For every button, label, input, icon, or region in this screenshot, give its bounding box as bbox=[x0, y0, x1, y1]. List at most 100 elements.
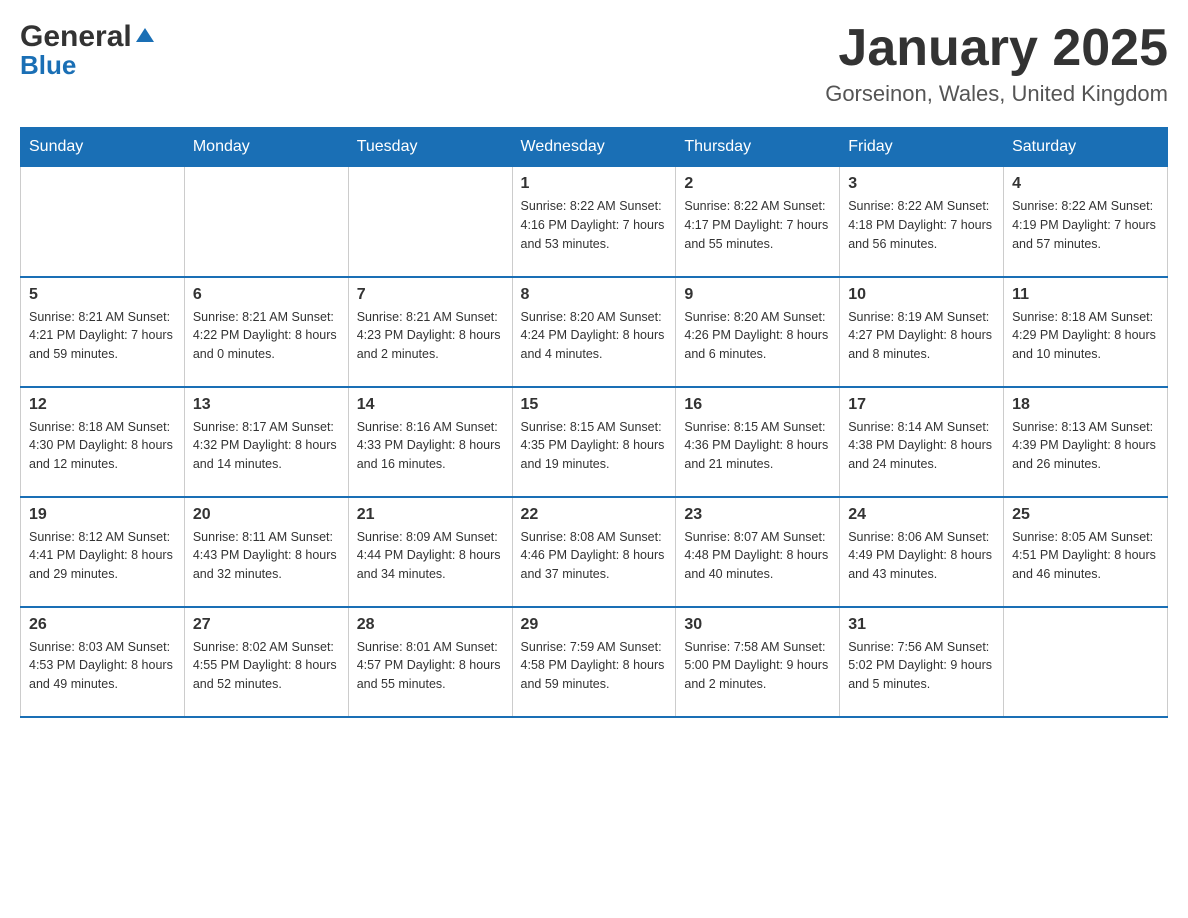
day-number: 16 bbox=[684, 396, 831, 414]
day-number: 2 bbox=[684, 175, 831, 193]
calendar-cell: 5Sunrise: 8:21 AM Sunset: 4:21 PM Daylig… bbox=[21, 277, 185, 387]
day-number: 31 bbox=[848, 616, 995, 634]
weekday-header-friday: Friday bbox=[840, 128, 1004, 167]
calendar-week-row: 19 Sunrise: 8:12 AM Sunset: 4:41 PM Dayli… bbox=[21, 497, 1168, 607]
day-info: Sunrise: 7:58 AM Sunset: 5:00 PM Dayligh… bbox=[684, 638, 831, 694]
calendar-cell: 8 Sunrise: 8:20 AM Sunset: 4:24 PM Daylig… bbox=[512, 277, 676, 387]
calendar-week-row: 5Sunrise: 8:21 AM Sunset: 4:21 PM Daylig… bbox=[21, 277, 1168, 387]
day-number: 19 bbox=[29, 506, 176, 524]
day-info: Sunrise: 8:21 AM Sunset: 4:21 PM Dayligh… bbox=[29, 308, 176, 364]
day-info: Sunrise: 8:20 AM Sunset: 4:26 PM Dayligh… bbox=[684, 308, 831, 364]
day-number: 9 bbox=[684, 286, 831, 304]
calendar-cell: 29 Sunrise: 7:59 AM Sunset: 4:58 PM Dayli… bbox=[512, 607, 676, 717]
day-number: 13 bbox=[193, 396, 340, 414]
weekday-header-monday: Monday bbox=[184, 128, 348, 167]
month-title: January 2025 bbox=[825, 20, 1168, 77]
day-number: 27 bbox=[193, 616, 340, 634]
day-info: Sunrise: 8:12 AM Sunset: 4:41 PM Dayligh… bbox=[29, 528, 176, 584]
day-info: Sunrise: 8:11 AM Sunset: 4:43 PM Dayligh… bbox=[193, 528, 340, 584]
calendar-cell: 10 Sunrise: 8:19 AM Sunset: 4:27 PM Dayli… bbox=[840, 277, 1004, 387]
calendar-cell: 23 Sunrise: 8:07 AM Sunset: 4:48 PM Dayli… bbox=[676, 497, 840, 607]
day-number: 26 bbox=[29, 616, 176, 634]
calendar-cell bbox=[1004, 607, 1168, 717]
day-info: Sunrise: 8:15 AM Sunset: 4:35 PM Dayligh… bbox=[521, 418, 668, 474]
calendar-cell: 21Sunrise: 8:09 AM Sunset: 4:44 PM Dayli… bbox=[348, 497, 512, 607]
calendar-cell: 4Sunrise: 8:22 AM Sunset: 4:19 PM Daylig… bbox=[1004, 167, 1168, 277]
day-number: 15 bbox=[521, 396, 668, 414]
calendar-week-row: 26 Sunrise: 8:03 AM Sunset: 4:53 PM Dayli… bbox=[21, 607, 1168, 717]
calendar-cell: 14 Sunrise: 8:16 AM Sunset: 4:33 PM Dayli… bbox=[348, 387, 512, 497]
calendar-cell: 11Sunrise: 8:18 AM Sunset: 4:29 PM Dayli… bbox=[1004, 277, 1168, 387]
day-number: 17 bbox=[848, 396, 995, 414]
calendar-cell: 20 Sunrise: 8:11 AM Sunset: 4:43 PM Dayli… bbox=[184, 497, 348, 607]
calendar-cell: 13 Sunrise: 8:17 AM Sunset: 4:32 PM Dayli… bbox=[184, 387, 348, 497]
calendar-cell: 9 Sunrise: 8:20 AM Sunset: 4:26 PM Daylig… bbox=[676, 277, 840, 387]
day-number: 10 bbox=[848, 286, 995, 304]
calendar-cell: 30 Sunrise: 7:58 AM Sunset: 5:00 PM Dayli… bbox=[676, 607, 840, 717]
calendar-cell: 27 Sunrise: 8:02 AM Sunset: 4:55 PM Dayli… bbox=[184, 607, 348, 717]
calendar-cell bbox=[21, 167, 185, 277]
calendar-cell: 12 Sunrise: 8:18 AM Sunset: 4:30 PM Dayli… bbox=[21, 387, 185, 497]
calendar-cell: 28 Sunrise: 8:01 AM Sunset: 4:57 PM Dayli… bbox=[348, 607, 512, 717]
day-info: Sunrise: 8:22 AM Sunset: 4:19 PM Dayligh… bbox=[1012, 197, 1159, 253]
day-number: 3 bbox=[848, 175, 995, 193]
calendar-cell: 16Sunrise: 8:15 AM Sunset: 4:36 PM Dayli… bbox=[676, 387, 840, 497]
day-info: Sunrise: 8:02 AM Sunset: 4:55 PM Dayligh… bbox=[193, 638, 340, 694]
calendar-cell: 2 Sunrise: 8:22 AM Sunset: 4:17 PM Daylig… bbox=[676, 167, 840, 277]
weekday-header-wednesday: Wednesday bbox=[512, 128, 676, 167]
day-number: 20 bbox=[193, 506, 340, 524]
day-number: 28 bbox=[357, 616, 504, 634]
day-number: 6 bbox=[193, 286, 340, 304]
calendar-table: SundayMondayTuesdayWednesdayThursdayFrid… bbox=[20, 127, 1168, 718]
day-number: 14 bbox=[357, 396, 504, 414]
calendar-cell: 3Sunrise: 8:22 AM Sunset: 4:18 PM Daylig… bbox=[840, 167, 1004, 277]
day-number: 8 bbox=[521, 286, 668, 304]
day-info: Sunrise: 8:14 AM Sunset: 4:38 PM Dayligh… bbox=[848, 418, 995, 474]
day-info: Sunrise: 8:21 AM Sunset: 4:22 PM Dayligh… bbox=[193, 308, 340, 364]
calendar-week-row: 1Sunrise: 8:22 AM Sunset: 4:16 PM Daylig… bbox=[21, 167, 1168, 277]
calendar-cell bbox=[184, 167, 348, 277]
calendar-cell: 31 Sunrise: 7:56 AM Sunset: 5:02 PM Dayli… bbox=[840, 607, 1004, 717]
day-info: Sunrise: 8:21 AM Sunset: 4:23 PM Dayligh… bbox=[357, 308, 504, 364]
day-info: Sunrise: 8:22 AM Sunset: 4:17 PM Dayligh… bbox=[684, 197, 831, 253]
calendar-cell: 15 Sunrise: 8:15 AM Sunset: 4:35 PM Dayli… bbox=[512, 387, 676, 497]
weekday-header-thursday: Thursday bbox=[676, 128, 840, 167]
day-info: Sunrise: 8:17 AM Sunset: 4:32 PM Dayligh… bbox=[193, 418, 340, 474]
day-info: Sunrise: 7:59 AM Sunset: 4:58 PM Dayligh… bbox=[521, 638, 668, 694]
calendar-cell: 6 Sunrise: 8:21 AM Sunset: 4:22 PM Daylig… bbox=[184, 277, 348, 387]
day-info: Sunrise: 8:13 AM Sunset: 4:39 PM Dayligh… bbox=[1012, 418, 1159, 474]
calendar-cell: 22Sunrise: 8:08 AM Sunset: 4:46 PM Dayli… bbox=[512, 497, 676, 607]
day-number: 18 bbox=[1012, 396, 1159, 414]
logo: General Blue bbox=[20, 20, 156, 81]
day-info: Sunrise: 8:19 AM Sunset: 4:27 PM Dayligh… bbox=[848, 308, 995, 364]
calendar-cell bbox=[348, 167, 512, 277]
weekday-header-tuesday: Tuesday bbox=[348, 128, 512, 167]
calendar-cell: 7Sunrise: 8:21 AM Sunset: 4:23 PM Daylig… bbox=[348, 277, 512, 387]
day-number: 24 bbox=[848, 506, 995, 524]
calendar-header: SundayMondayTuesdayWednesdayThursdayFrid… bbox=[21, 128, 1168, 167]
day-number: 30 bbox=[684, 616, 831, 634]
calendar-cell: 17 Sunrise: 8:14 AM Sunset: 4:38 PM Dayli… bbox=[840, 387, 1004, 497]
calendar-body: 1Sunrise: 8:22 AM Sunset: 4:16 PM Daylig… bbox=[21, 167, 1168, 717]
day-info: Sunrise: 8:07 AM Sunset: 4:48 PM Dayligh… bbox=[684, 528, 831, 584]
day-info: Sunrise: 7:56 AM Sunset: 5:02 PM Dayligh… bbox=[848, 638, 995, 694]
day-info: Sunrise: 8:03 AM Sunset: 4:53 PM Dayligh… bbox=[29, 638, 176, 694]
calendar-week-row: 12 Sunrise: 8:18 AM Sunset: 4:30 PM Dayli… bbox=[21, 387, 1168, 497]
day-number: 21 bbox=[357, 506, 504, 524]
calendar-cell: 1Sunrise: 8:22 AM Sunset: 4:16 PM Daylig… bbox=[512, 167, 676, 277]
day-info: Sunrise: 8:08 AM Sunset: 4:46 PM Dayligh… bbox=[521, 528, 668, 584]
day-info: Sunrise: 8:18 AM Sunset: 4:30 PM Dayligh… bbox=[29, 418, 176, 474]
logo-general-text: General bbox=[20, 20, 132, 54]
calendar-cell: 26 Sunrise: 8:03 AM Sunset: 4:53 PM Dayli… bbox=[21, 607, 185, 717]
day-info: Sunrise: 8:16 AM Sunset: 4:33 PM Dayligh… bbox=[357, 418, 504, 474]
logo-blue-text: Blue bbox=[20, 50, 76, 81]
weekday-header-row: SundayMondayTuesdayWednesdayThursdayFrid… bbox=[21, 128, 1168, 167]
day-info: Sunrise: 8:01 AM Sunset: 4:57 PM Dayligh… bbox=[357, 638, 504, 694]
day-number: 12 bbox=[29, 396, 176, 414]
day-info: Sunrise: 8:20 AM Sunset: 4:24 PM Dayligh… bbox=[521, 308, 668, 364]
day-number: 29 bbox=[521, 616, 668, 634]
calendar-cell: 24Sunrise: 8:06 AM Sunset: 4:49 PM Dayli… bbox=[840, 497, 1004, 607]
day-number: 23 bbox=[684, 506, 831, 524]
logo-triangle-icon bbox=[134, 24, 156, 46]
weekday-header-saturday: Saturday bbox=[1004, 128, 1168, 167]
